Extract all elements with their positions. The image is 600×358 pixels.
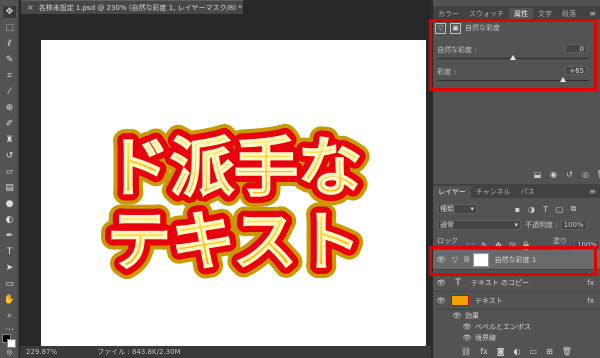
fx-icon[interactable]: fx <box>480 347 488 356</box>
document-window: ド派手な ド派手な ド派手な テキスト テキスト テキスト <box>20 14 431 350</box>
zoom-level[interactable]: 229.87% <box>26 348 57 356</box>
fx-badge[interactable]: fx <box>587 279 594 287</box>
filter-kind-dropdown[interactable]: 種類 ▾ <box>437 204 477 214</box>
document-title: 名称未設定 1.psd @ 230% (自然な彩度 1, レイヤーマスク/8) … <box>38 3 242 12</box>
stamp-icon[interactable]: ♜ <box>3 134 16 146</box>
healing-icon[interactable]: ⊕ <box>3 102 16 114</box>
layer-text-copy[interactable]: 👁 T テキスト のコピー fx <box>433 275 600 292</box>
artwork: ド派手な ド派手な ド派手な テキスト テキスト テキスト <box>95 121 373 291</box>
effect-bevel-label: ベベルとエンボス <box>475 322 531 331</box>
document-tab[interactable]: × 名称未設定 1.psd @ 230% (自然な彩度 1, レイヤーマスク/8… <box>21 0 243 14</box>
quick-mask-icon[interactable]: ◎ <box>3 346 16 358</box>
canvas[interactable]: ド派手な ド派手な ド派手な テキスト テキスト テキスト <box>41 40 426 350</box>
path-select-icon[interactable]: ➤ <box>3 262 16 274</box>
filter-kind-label: 種類 <box>440 205 454 213</box>
eye-icon[interactable]: 👁 <box>459 334 475 342</box>
brush-icon[interactable]: ✐ <box>3 118 16 130</box>
zoom-icon[interactable]: ⌕ <box>3 310 16 322</box>
group-icon[interactable]: ▭ <box>530 347 538 356</box>
history-brush-icon[interactable]: ↺ <box>3 150 16 162</box>
filter-pixel-icon[interactable]: ▪ <box>513 205 522 214</box>
move-icon[interactable]: ✥ <box>3 6 16 18</box>
artwork-text-line2: テキスト <box>107 206 361 280</box>
opacity-value: 100% <box>563 221 584 229</box>
filter-icons: ▪ ◑ T ▢ ⧉ <box>513 204 578 214</box>
type-layer-icon: T <box>455 278 461 288</box>
effect-bevel-row[interactable]: 👁 ベベルとエンボス <box>433 321 600 332</box>
effect-stroke-label: 境界線 <box>475 333 496 342</box>
highlight-box-layer <box>429 246 597 276</box>
shape-icon[interactable]: ▭ <box>3 278 16 290</box>
properties-tabbar: カラー スウォッチ 属性 文字 段落 ≡ <box>433 6 600 20</box>
clip-icon[interactable]: ⬓ <box>533 170 542 179</box>
filter-smart-icon[interactable]: ⧉ <box>569 204 578 214</box>
status-bar: 229.87% ファイル : 843.8K/2.30M <box>20 346 431 358</box>
eraser-icon[interactable]: ▱ <box>3 166 16 178</box>
layers-tabbar: レイヤー チャンネル パス ≡ <box>433 184 600 198</box>
layer-filter-row: 種類 ▾ ▪ ◑ T ▢ ⧉ <box>433 204 600 214</box>
new-layer-icon[interactable]: ⊞ <box>546 347 553 356</box>
panel-menu-icon[interactable]: ≡ <box>589 9 596 18</box>
lasso-icon[interactable]: ℓ <box>3 38 16 50</box>
highlight-box-properties <box>429 19 597 91</box>
effects-row[interactable]: 👁 効果 <box>433 310 600 321</box>
close-icon[interactable]: × <box>27 3 34 12</box>
tab-layers[interactable]: レイヤー <box>433 186 471 198</box>
pen-icon[interactable]: ✒ <box>3 230 16 242</box>
trash-icon[interactable]: 🗑 <box>562 347 572 356</box>
right-panels: カラー スウォッチ 属性 文字 段落 ≡ ▽ ▣ 自然な彩度 自然な彩度 : 0… <box>429 0 600 358</box>
effects-label: 効果 <box>465 311 479 320</box>
opacity-field[interactable]: 100% <box>560 220 587 230</box>
dodge-icon[interactable]: ◐ <box>3 214 16 226</box>
view-previous-icon[interactable]: ◉ <box>549 170 558 179</box>
chevron-down-icon: ▾ <box>470 205 474 213</box>
properties-footer: ⬓ ◉ ↺ ◎ 🗑 <box>533 170 600 179</box>
blend-mode-dropdown[interactable]: 通常 ▾ <box>437 220 521 230</box>
adjustment-icon[interactable]: ◐ <box>514 347 521 356</box>
mask-icon[interactable]: ◙ <box>497 347 505 356</box>
marquee-icon[interactable]: ⬚ <box>3 22 16 34</box>
layer-name: テキスト のコピー <box>471 279 530 287</box>
layers-menu-icon[interactable]: ≡ <box>589 187 596 196</box>
crop-icon[interactable]: ⌗ <box>3 70 16 82</box>
gradient-icon[interactable]: ▤ <box>3 182 16 194</box>
visibility-icon[interactable]: ◎ <box>581 170 590 179</box>
link-icon[interactable]: ⛓ <box>461 347 471 356</box>
filter-adjustment-icon[interactable]: ◑ <box>527 205 536 214</box>
filter-shape-icon[interactable]: ▢ <box>555 205 564 214</box>
eye-icon[interactable]: 👁 <box>433 279 449 287</box>
tab-channels[interactable]: チャンネル <box>471 186 516 198</box>
tab-paths[interactable]: パス <box>516 186 540 198</box>
layer-thumbnail <box>451 295 469 306</box>
layers-footer: ⛓ fx ◙ ◐ ▭ ⊞ 🗑 <box>433 344 600 358</box>
effect-stroke-row[interactable]: 👁 境界線 <box>433 332 600 343</box>
type-icon[interactable]: T <box>3 246 16 258</box>
artwork-text-line1: ド派手な <box>106 132 362 206</box>
hand-icon[interactable]: ✋ <box>3 294 16 306</box>
file-info[interactable]: ファイル : 843.8K/2.30M <box>97 347 180 357</box>
tools-panel: ✥ ⬚ ℓ ✎ ⌗ ⁄ ⊕ ✐ ♜ ↺ ▱ ▤ ● ◐ ✒ T ➤ ▭ ✋ ⌕ … <box>0 0 19 358</box>
quick-select-icon[interactable]: ✎ <box>3 54 16 66</box>
blend-row: 通常 ▾ 不透明度 : 100% <box>433 220 600 230</box>
eye-icon[interactable]: 👁 <box>449 312 465 320</box>
fx-badge[interactable]: fx <box>587 297 594 305</box>
layer-text[interactable]: 👁 テキスト fx <box>433 292 600 310</box>
layer-name: テキスト <box>475 296 503 305</box>
opacity-label: 不透明度 : <box>525 221 558 229</box>
reset-icon[interactable]: ↺ <box>565 170 574 179</box>
filter-type-icon[interactable]: T <box>541 205 550 214</box>
blur-icon[interactable]: ● <box>3 198 16 210</box>
eye-icon[interactable]: 👁 <box>433 297 449 305</box>
chevron-down-icon: ▾ <box>514 221 518 229</box>
blend-mode-label: 通常 <box>440 221 454 229</box>
eye-icon[interactable]: 👁 <box>459 323 475 331</box>
eyedropper-icon[interactable]: ⁄ <box>3 86 16 98</box>
